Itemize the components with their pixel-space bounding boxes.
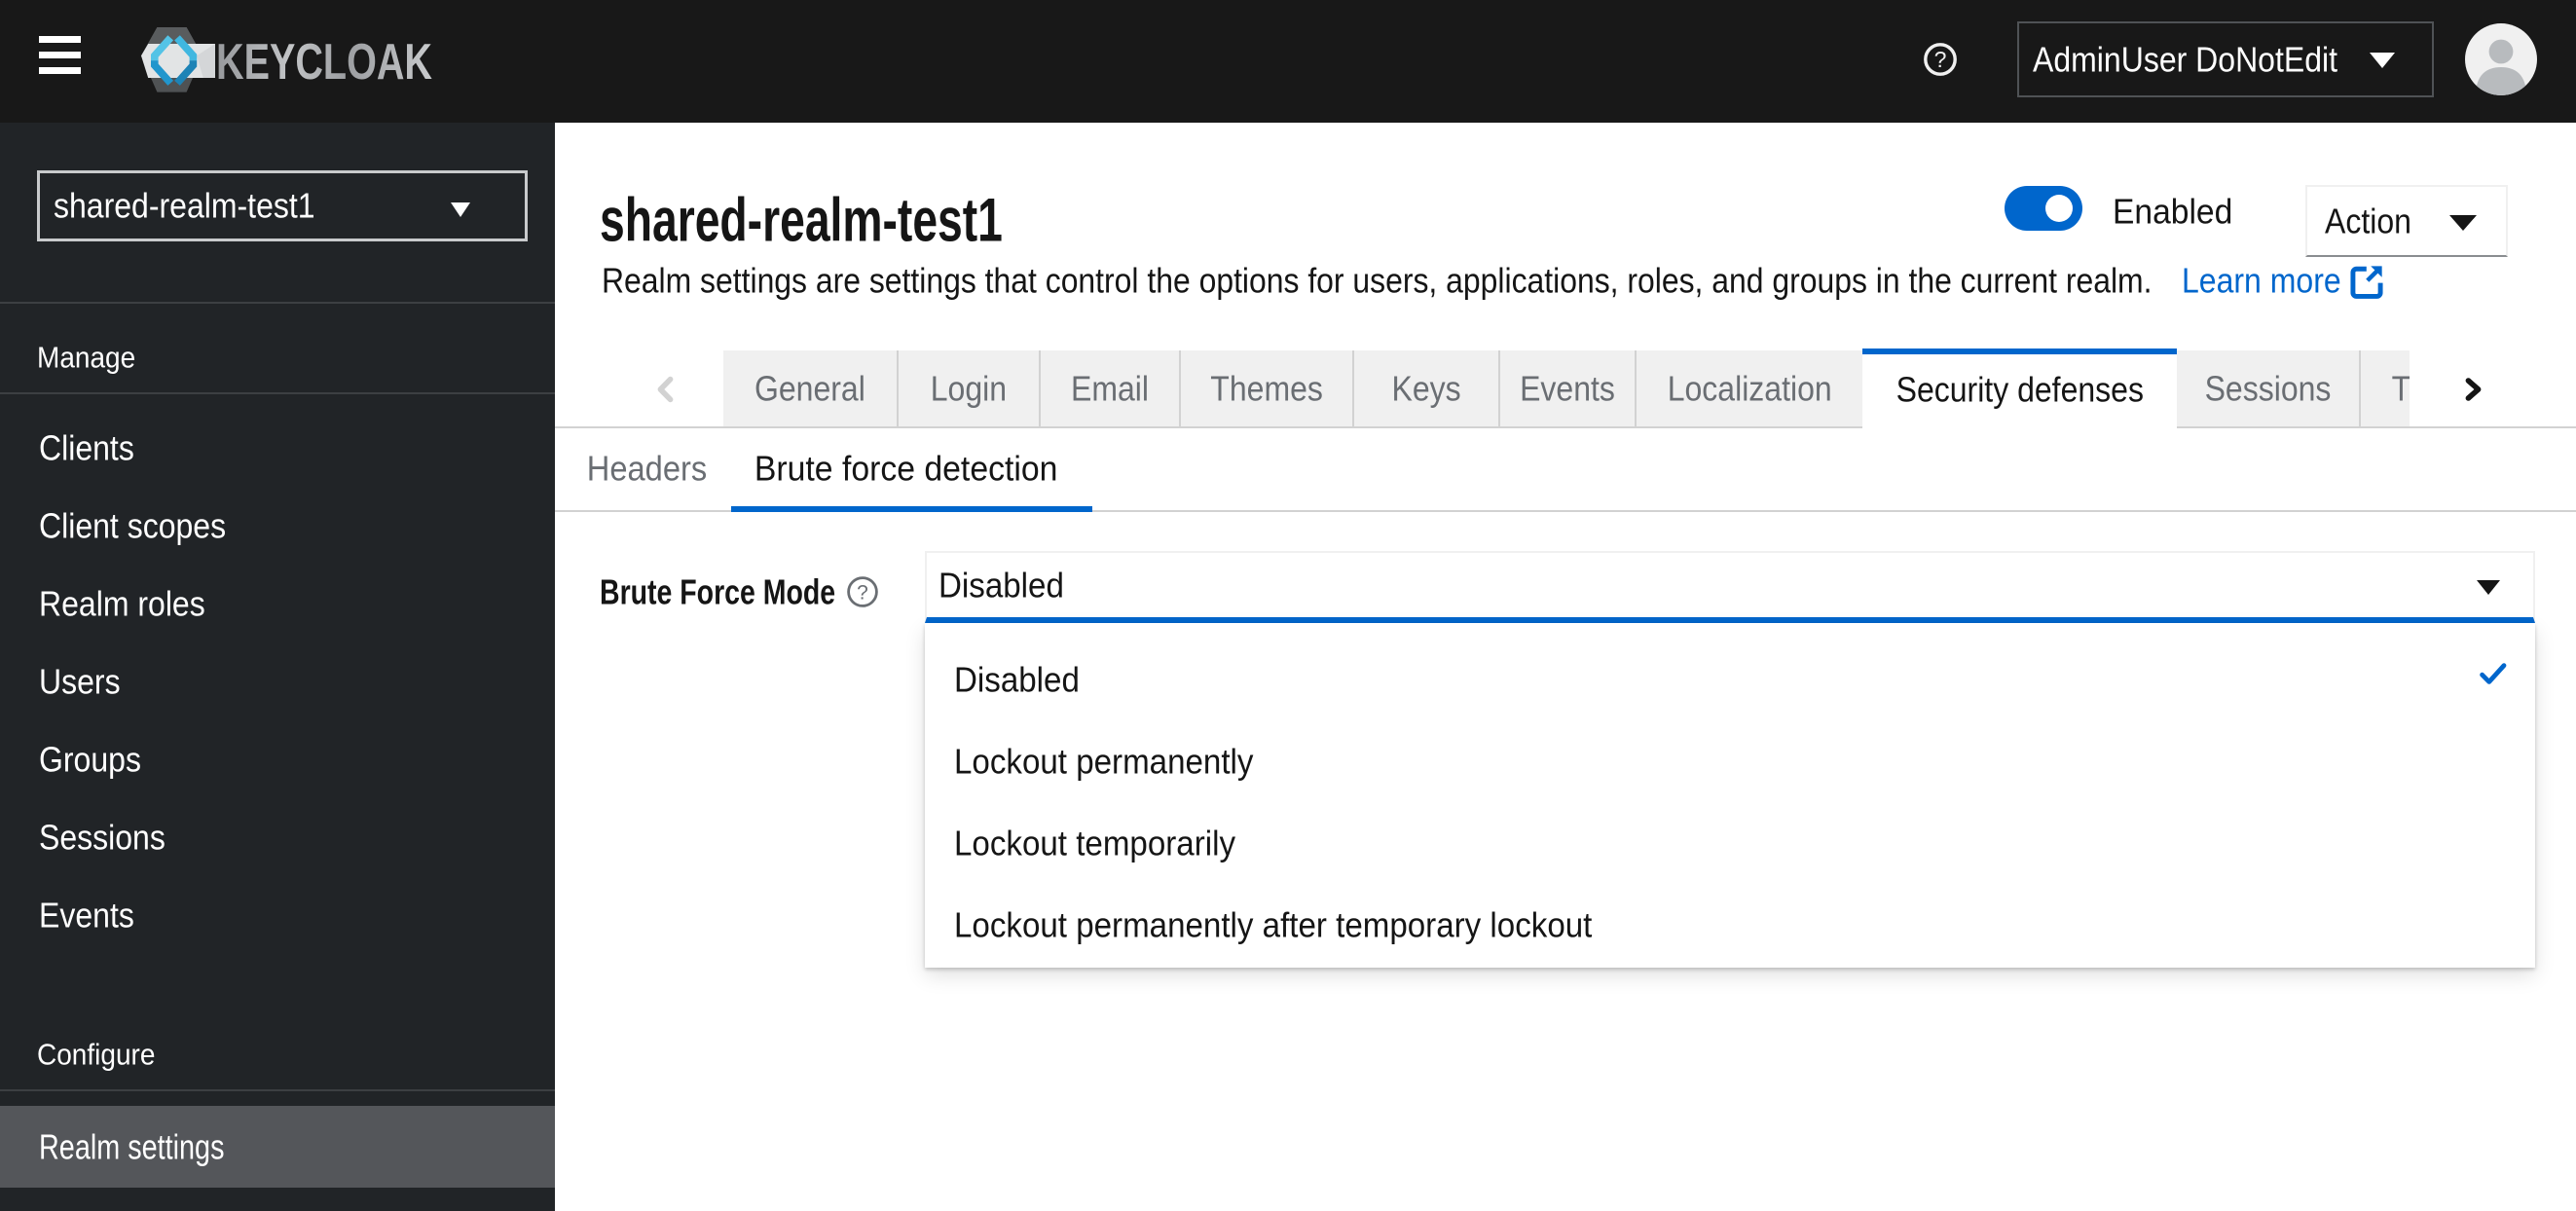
svg-text:KEYCLOAK: KEYCLOAK: [216, 34, 432, 91]
svg-text:?: ?: [1934, 47, 1947, 72]
svg-text:?: ?: [857, 582, 868, 605]
